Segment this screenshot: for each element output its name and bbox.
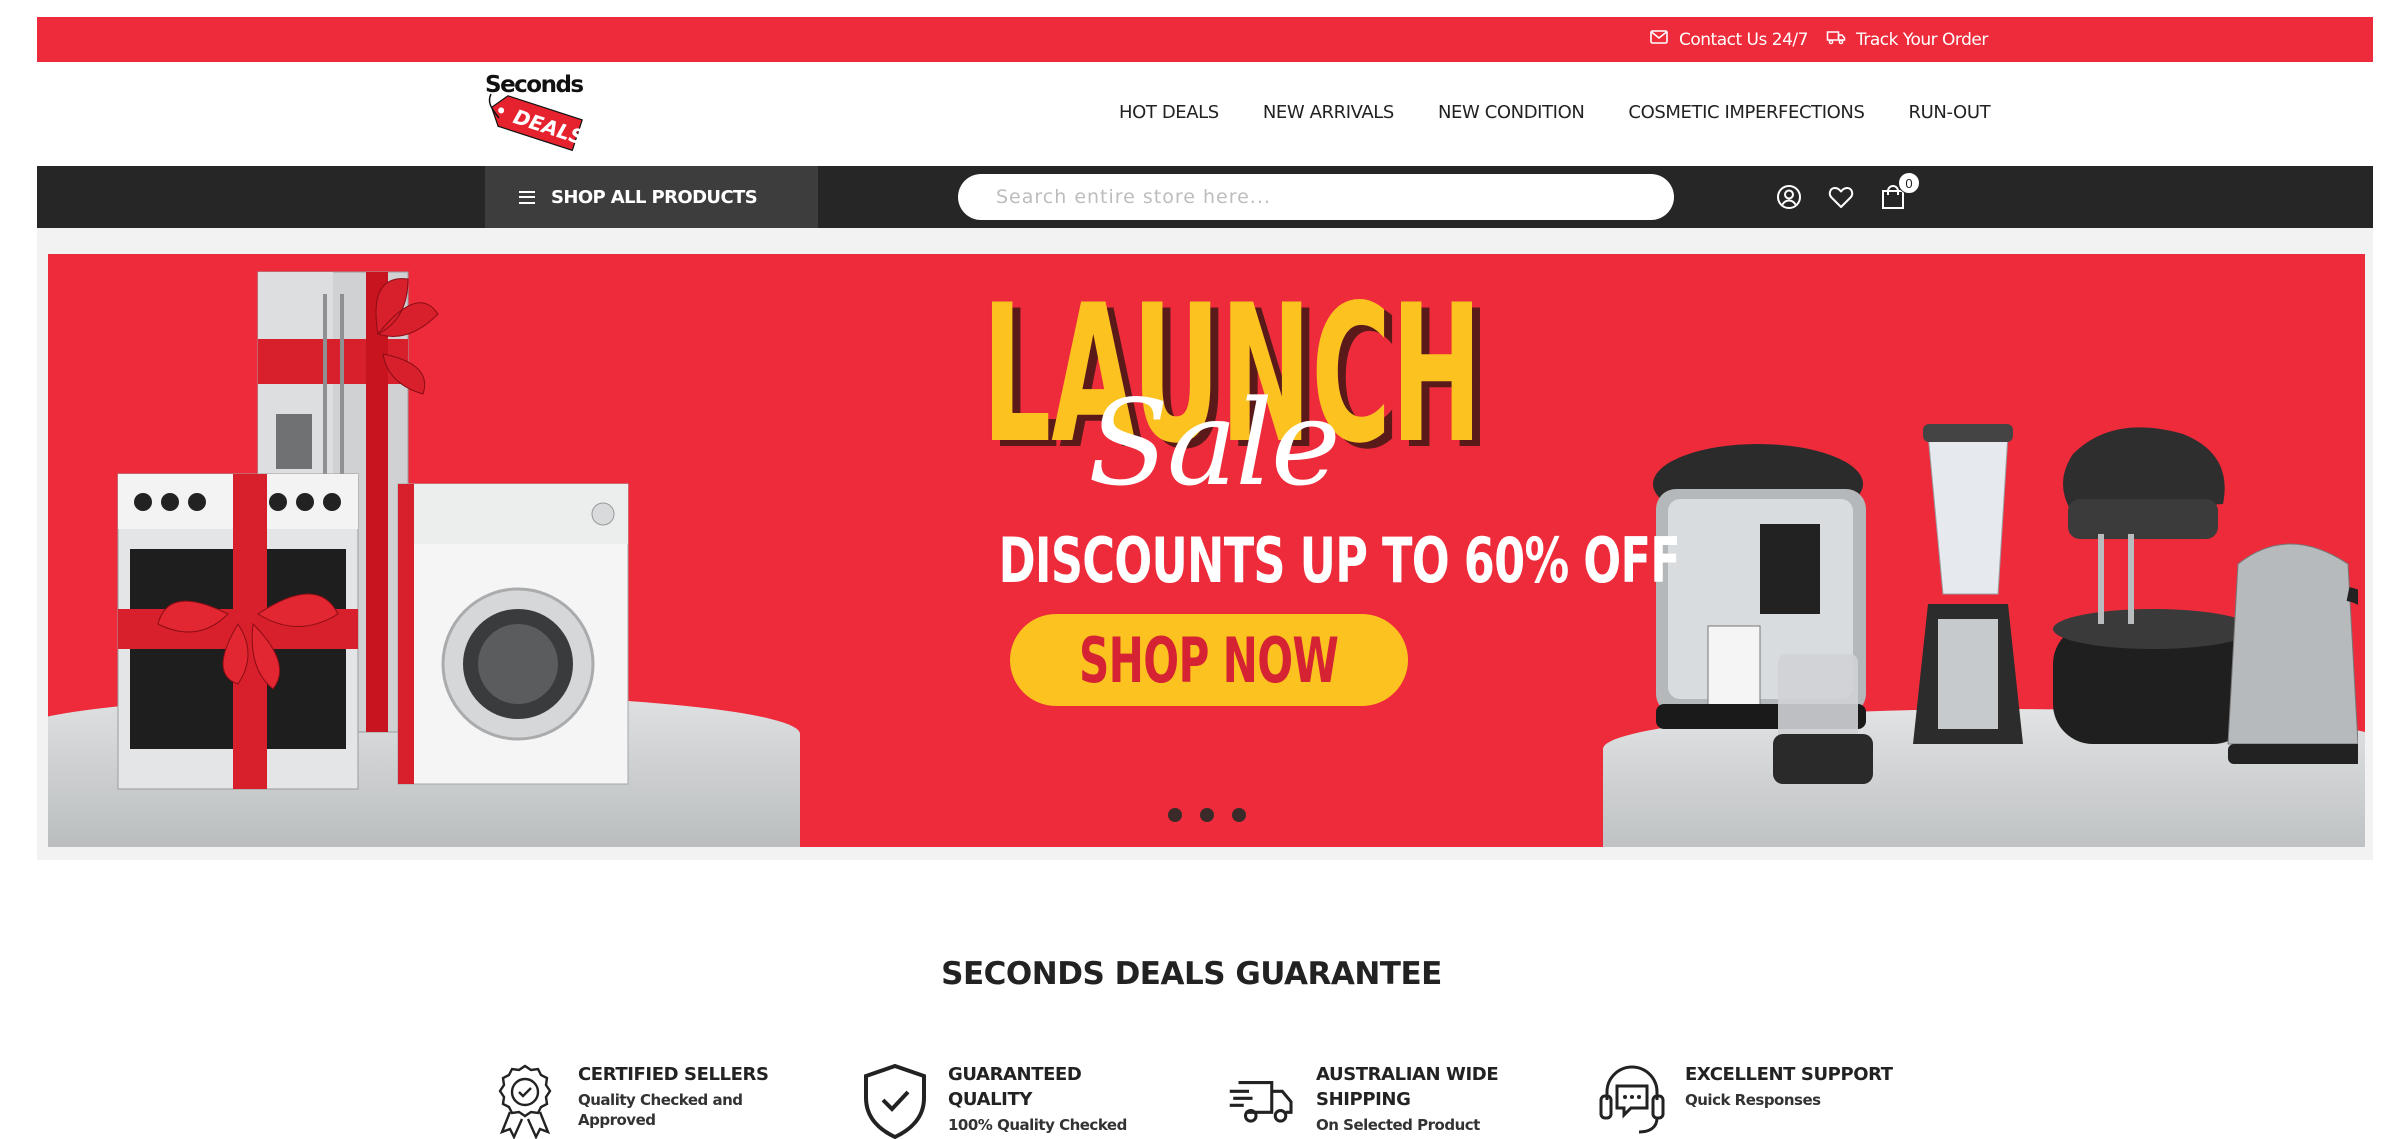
logo[interactable]: Seconds DEALS <box>483 72 595 154</box>
hero-discount-text: DISCOUNTS UP TO 60% OFF <box>998 524 1681 597</box>
cart-count-badge: 0 <box>1898 172 1920 194</box>
certified-subtitle-2: Approved <box>578 1111 656 1129</box>
shop-all-products-button[interactable]: SHOP ALL PRODUCTS <box>485 166 818 228</box>
carousel-dot-3[interactable] <box>1232 808 1246 822</box>
top-links: Contact Us 24/7 Track Your Order <box>1649 17 1988 62</box>
svg-text:Seconds: Seconds <box>485 72 583 98</box>
shop-now-button[interactable]: SHOP NOW <box>1010 614 1408 706</box>
header-icons: 0 <box>1774 172 1920 212</box>
main-nav: HOT DEALS NEW ARRIVALS NEW CONDITION COS… <box>1119 102 1991 123</box>
support-title: EXCELLENT SUPPORT <box>1685 1064 1893 1085</box>
guarantee-item-certified: CERTIFIED SELLERS Quality Checked and App… <box>490 1062 769 1139</box>
nav-new-arrivals[interactable]: NEW ARRIVALS <box>1263 102 1395 123</box>
envelope-icon <box>1649 27 1669 52</box>
appliances-right-image <box>1653 424 2358 784</box>
appliances-left-image <box>117 271 629 790</box>
contact-label: Contact Us 24/7 <box>1679 29 1808 50</box>
quality-subtitle: 100% Quality Checked <box>948 1116 1127 1134</box>
certified-subtitle-1: Quality Checked and <box>578 1091 743 1109</box>
shipping-title-1: AUSTRALIAN WIDE <box>1316 1064 1499 1085</box>
track-order-label: Track Your Order <box>1855 29 1988 50</box>
truck-icon <box>1826 27 1846 52</box>
top-bar: Contact Us 24/7 Track Your Order <box>37 17 2373 62</box>
shop-all-label: SHOP ALL PRODUCTS <box>551 186 758 208</box>
shipping-subtitle: On Selected Product <box>1316 1116 1480 1134</box>
nav-run-out[interactable]: RUN-OUT <box>1909 102 1991 123</box>
cart-icon[interactable]: 0 <box>1878 172 1920 212</box>
hero-script-text: Sale <box>1088 374 1341 512</box>
quality-title-1: GUARANTEED <box>948 1064 1082 1085</box>
page: Contact Us 24/7 Track Your Order Seconds… <box>0 0 2383 1139</box>
shipping-title-2: SHIPPING <box>1316 1089 1411 1110</box>
nav-cosmetic-imperfections[interactable]: COSMETIC IMPERFECTIONS <box>1628 102 1864 123</box>
hero-banner[interactable]: LAUNCH LAUNCH Sale DISCOUNTS UP TO 60% O… <box>48 254 2365 847</box>
nav-hot-deals[interactable]: HOT DEALS <box>1119 102 1219 123</box>
guarantee-item-quality: GUARANTEED QUALITY 100% Quality Checked <box>860 1062 1127 1139</box>
track-order-link[interactable]: Track Your Order <box>1826 27 1988 52</box>
guarantee-item-shipping: AUSTRALIAN WIDE SHIPPING On Selected Prod… <box>1228 1062 1499 1139</box>
contact-link[interactable]: Contact Us 24/7 <box>1649 27 1808 52</box>
menu-icon <box>519 190 535 204</box>
quality-title-2: QUALITY <box>948 1089 1032 1110</box>
search-input[interactable] <box>958 174 1674 220</box>
heart-icon[interactable] <box>1826 182 1856 212</box>
hero-section: LAUNCH LAUNCH Sale DISCOUNTS UP TO 60% O… <box>37 228 2373 860</box>
shield-check-icon <box>860 1062 930 1139</box>
account-icon[interactable] <box>1774 182 1804 212</box>
carousel-dot-2[interactable] <box>1200 808 1214 822</box>
carousel-dot-1[interactable] <box>1168 808 1182 822</box>
guarantee-title: SECONDS DEALS GUARANTEE <box>941 956 1442 992</box>
delivery-truck-icon <box>1228 1062 1298 1139</box>
shop-now-label: SHOP NOW <box>1079 623 1339 697</box>
guarantee-item-support: EXCELLENT SUPPORT Quick Responses <box>1597 1062 1893 1139</box>
certified-title: CERTIFIED SELLERS <box>578 1064 769 1085</box>
carousel-dots <box>1168 808 1246 822</box>
header: Seconds DEALS HOT DEALS NEW ARRIVALS NEW… <box>37 62 2373 166</box>
award-ribbon-icon <box>490 1062 560 1139</box>
support-subtitle: Quick Responses <box>1685 1091 1821 1109</box>
nav-new-condition[interactable]: NEW CONDITION <box>1438 102 1585 123</box>
headset-support-icon <box>1597 1062 1667 1139</box>
toolbar: SHOP ALL PRODUCTS 0 <box>37 166 2373 228</box>
